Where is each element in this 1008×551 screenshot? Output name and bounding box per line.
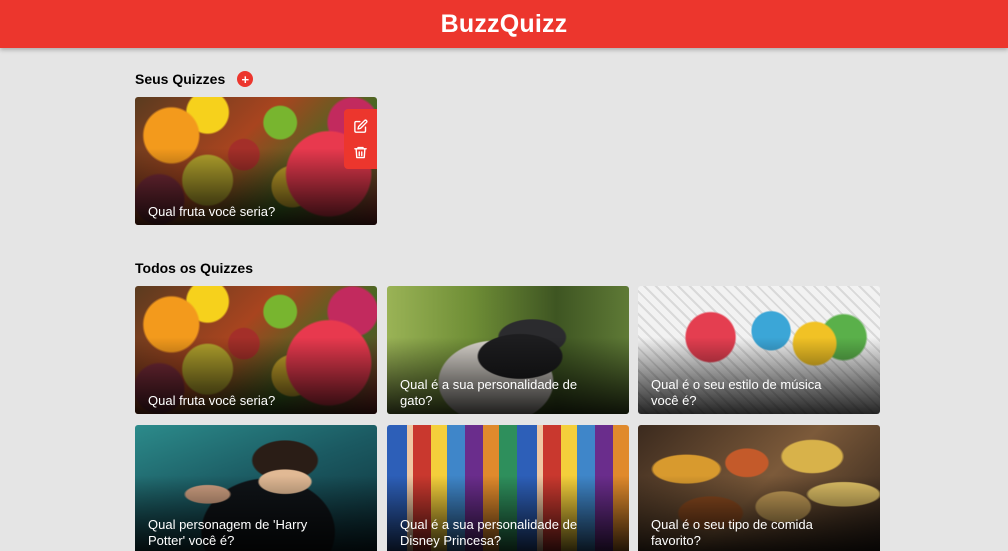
delete-quiz-button[interactable] bbox=[351, 142, 371, 162]
quiz-card[interactable]: Qual é o seu tipo de comida favorito? bbox=[638, 425, 880, 551]
app-header: BuzzQuizz bbox=[0, 0, 1008, 48]
edit-icon bbox=[354, 119, 368, 133]
quiz-card[interactable]: Qual fruta você seria? bbox=[135, 286, 377, 414]
my-quiz-card[interactable]: Qual fruta você seria? bbox=[135, 97, 377, 225]
quiz-title: Qual fruta você seria? bbox=[148, 204, 276, 219]
brand-logo[interactable]: BuzzQuizz bbox=[441, 10, 568, 39]
all-quizzes-title: Todos os Quizzes bbox=[135, 260, 253, 276]
create-quiz-button[interactable]: + bbox=[237, 71, 254, 87]
quiz-actions bbox=[344, 109, 377, 169]
my-quizzes-title: Seus Quizzes bbox=[135, 71, 226, 87]
quiz-title: Qual personagem de 'Harry Potter' você é… bbox=[148, 517, 308, 548]
my-quizzes-heading: Seus Quizzes + bbox=[135, 71, 254, 87]
quiz-title: Qual é o seu estilo de música você é? bbox=[651, 377, 822, 408]
trash-icon bbox=[354, 146, 367, 158]
quiz-card[interactable]: Qual personagem de 'Harry Potter' você é… bbox=[135, 425, 377, 551]
plus-icon: + bbox=[241, 71, 250, 87]
quiz-card[interactable]: Qual é o seu estilo de música você é? bbox=[638, 286, 880, 414]
quiz-title: Qual é a sua personalidade de gato? bbox=[400, 377, 578, 408]
all-quizzes-heading: Todos os Quizzes bbox=[135, 260, 253, 276]
quiz-card[interactable]: Qual é a sua personalidade de gato? bbox=[387, 286, 629, 414]
quiz-title: Qual é o seu tipo de comida favorito? bbox=[651, 517, 813, 548]
quiz-title: Qual é a sua personalidade de Disney Pri… bbox=[400, 517, 578, 548]
quiz-card[interactable]: Qual é a sua personalidade de Disney Pri… bbox=[387, 425, 629, 551]
quiz-title: Qual fruta você seria? bbox=[148, 393, 276, 408]
edit-quiz-button[interactable] bbox=[351, 116, 371, 136]
